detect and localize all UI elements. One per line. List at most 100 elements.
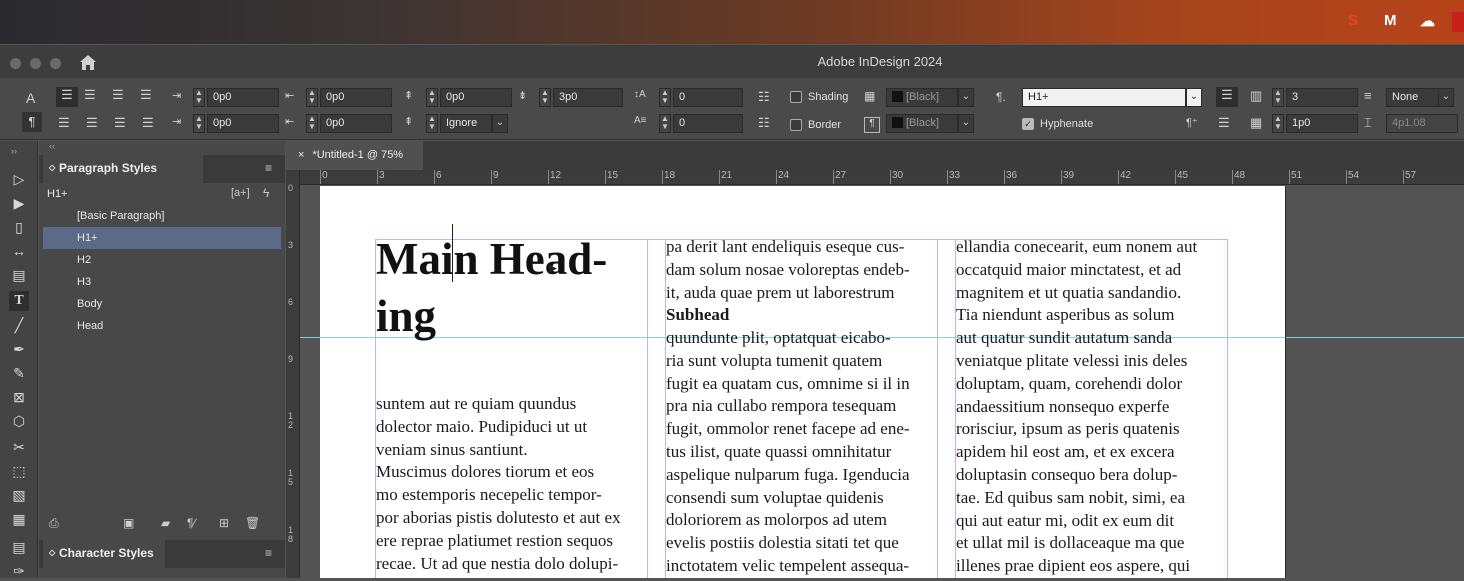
paragraph-style-item[interactable]: H1+ — [43, 227, 281, 249]
horizontal-ruler[interactable]: 0 3 6 9 12 15 18 21 24 27 30 33 36 39 42 45 48 51 54 57 — [300, 170, 1464, 185]
align-to-grid-select[interactable]: Ignore — [440, 114, 492, 133]
body-text-column-2[interactable]: quundunte plit, optatquat eicabo- ria su… — [666, 327, 910, 578]
tab-document[interactable]: × *Untitled-1 @ 75% — [286, 141, 423, 170]
space-before-input[interactable]: 0p0 — [440, 88, 512, 107]
hyphenate-checkbox[interactable]: ✓ — [1022, 118, 1034, 130]
balance-columns-icon[interactable]: ☰ — [1218, 115, 1230, 131]
justify-all-icon[interactable]: ☰ — [142, 115, 154, 131]
shading-color-select[interactable]: [Black] — [886, 88, 958, 107]
align-right-icon[interactable]: ☰ — [112, 87, 124, 103]
shading-checkbox[interactable] — [790, 91, 802, 103]
chevron-down-icon[interactable]: ⌄ — [958, 88, 974, 107]
paragraph-formatting-icon[interactable]: ¶ — [22, 112, 42, 132]
space-before-stepper[interactable]: ▲ ▼ — [426, 88, 438, 107]
subhead[interactable]: Subhead — [666, 304, 729, 327]
body-text-column-3[interactable]: ellandia conecearit, eum nonem aut occat… — [956, 236, 1197, 578]
tab-character-styles[interactable]: ◇ Character Styles — [43, 540, 165, 568]
create-style-icon[interactable]: [a+] — [231, 187, 250, 199]
new-style-group-icon[interactable]: ▣ — [123, 516, 134, 530]
body-text-column-2-top[interactable]: pa derit lant endeliquis eseque cus- dam… — [666, 236, 910, 304]
vertical-ruler[interactable]: 0 3 6 9 1 2 1 5 1 8 — [286, 170, 300, 578]
chevron-down-icon[interactable]: ⌄ — [1438, 88, 1454, 107]
menubar-app-icon-cc[interactable]: ☁ — [1420, 12, 1435, 30]
paragraph-direction-icon[interactable]: ¶⁺ — [1186, 116, 1198, 129]
columns-stepper[interactable]: ▲ ▼ — [1272, 88, 1284, 107]
drop-cap-lines-stepper[interactable]: ▲ ▼ — [659, 88, 671, 107]
span-select[interactable]: None — [1386, 88, 1444, 107]
span-columns-icon[interactable]: ☰ — [1216, 87, 1238, 107]
justify-left-icon[interactable]: ☰ — [58, 115, 70, 131]
justify-center-icon[interactable]: ☰ — [86, 115, 98, 131]
close-icon[interactable]: × — [298, 149, 304, 161]
first-line-indent-stepper[interactable]: ▲ ▼ — [193, 114, 205, 133]
gap-tool-icon[interactable]: ↔ — [9, 241, 29, 261]
paragraph-style-item[interactable]: Head — [43, 315, 281, 337]
clear-overrides-icon[interactable]: ¶⁄ — [187, 516, 195, 530]
drop-cap-chars-stepper[interactable]: ▲ ▼ — [659, 114, 671, 133]
menubar-app-icon-red[interactable] — [1452, 12, 1464, 32]
gutter-input[interactable]: 1p0 — [1286, 114, 1358, 133]
border-color-select[interactable]: [Black] — [886, 114, 958, 133]
polygon-tool-icon[interactable]: ⬡ — [9, 411, 29, 431]
paragraph-style-item[interactable]: H2 — [43, 249, 281, 271]
space-after-input[interactable]: 3p0 — [553, 88, 623, 107]
panel-menu-icon[interactable]: ≡ — [265, 161, 272, 175]
space-after-stepper[interactable]: ▲ ▼ — [539, 88, 551, 107]
drop-cap-chars-input[interactable]: 0 — [673, 114, 743, 133]
rectangle-frame-tool-icon[interactable]: ⊠ — [9, 387, 29, 407]
gradient-swatch-tool-icon[interactable]: ▧ — [9, 485, 29, 505]
document-page[interactable]: Main Head- ing ➤ suntem aut re quiam quu… — [300, 186, 1464, 578]
line-tool-icon[interactable]: ╱ — [9, 315, 29, 335]
note-tool-icon[interactable]: ▤ — [9, 537, 29, 557]
paragraph-style-select[interactable]: H1+ — [1022, 88, 1186, 107]
last-line-indent-stepper[interactable]: ▲ ▼ — [306, 114, 318, 133]
character-formatting-icon[interactable]: A — [26, 90, 35, 106]
main-heading[interactable]: Main Head- ing — [376, 231, 607, 345]
column-width-input[interactable]: 4p1.08 — [1386, 114, 1458, 133]
right-indent-stepper[interactable]: ▲ ▼ — [306, 88, 318, 107]
left-indent-stepper[interactable]: ▲ ▼ — [193, 88, 205, 107]
right-indent-input[interactable]: 0p0 — [320, 88, 392, 107]
pencil-tool-icon[interactable]: ✎ — [9, 363, 29, 383]
first-line-indent-input[interactable]: 0p0 — [207, 114, 279, 133]
lightning-icon[interactable]: ϟ — [263, 186, 269, 200]
shading-settings-icon[interactable]: ▦ — [864, 89, 875, 103]
eyedropper-tool-icon[interactable]: ✑ — [9, 561, 29, 581]
pen-tool-icon[interactable]: ✒ — [9, 339, 29, 359]
direct-selection-tool-icon[interactable]: ▶ — [9, 193, 29, 213]
border-checkbox[interactable] — [790, 119, 802, 131]
paragraph-style-item[interactable]: Body — [43, 293, 281, 315]
bulleted-list-icon[interactable]: ☷ — [758, 89, 770, 105]
last-line-indent-input[interactable]: 0p0 — [320, 114, 392, 133]
paragraph-style-item[interactable]: [Basic Paragraph] — [43, 205, 281, 227]
trash-icon[interactable]: 🗑 — [245, 516, 260, 530]
type-tool-icon[interactable]: T — [9, 291, 29, 311]
pasteboard[interactable]: Main Head- ing ➤ suntem aut re quiam quu… — [300, 186, 1464, 578]
tab-paragraph-styles[interactable]: ◇ Paragraph Styles — [43, 155, 203, 183]
chevron-down-icon[interactable]: ⌄ — [958, 114, 974, 133]
numbered-list-icon[interactable]: ☷ — [758, 115, 770, 131]
align-towards-spine-icon[interactable]: ☰ — [140, 87, 152, 103]
columns-input[interactable]: 3 — [1286, 88, 1358, 107]
new-style-icon[interactable]: ⊞ — [219, 516, 229, 530]
gutter-stepper[interactable]: ▲ ▼ — [1272, 114, 1284, 133]
body-text-column-1[interactable]: suntem aut re quiam quundus dolector mai… — [376, 393, 621, 575]
border-settings-icon[interactable]: ¶ — [864, 117, 880, 133]
load-styles-icon[interactable]: ⎙ — [49, 516, 59, 531]
collapse-panel-icon[interactable]: ‹‹ — [49, 141, 55, 151]
folder-icon[interactable]: ▰ — [161, 516, 170, 530]
collapse-panel-icon[interactable]: ›› — [4, 141, 24, 161]
chevron-down-icon[interactable]: ⌄ — [1186, 88, 1202, 107]
scissors-tool-icon[interactable]: ✂ — [9, 437, 29, 457]
content-collector-icon[interactable]: ▤ — [9, 265, 29, 285]
drop-cap-lines-input[interactable]: 0 — [673, 88, 743, 107]
align-center-icon[interactable]: ☰ — [84, 87, 96, 103]
free-transform-tool-icon[interactable]: ⬚ — [9, 461, 29, 481]
selection-tool-icon[interactable]: ▷ — [9, 169, 29, 189]
chevron-down-icon[interactable]: ⌄ — [492, 114, 508, 133]
menubar-app-icon-m[interactable]: M — [1384, 12, 1397, 29]
page-tool-icon[interactable]: ▯ — [9, 217, 29, 237]
align-to-grid-stepper[interactable]: ▲ ▼ — [426, 114, 438, 133]
justify-right-icon[interactable]: ☰ — [114, 115, 126, 131]
left-indent-input[interactable]: 0p0 — [207, 88, 279, 107]
